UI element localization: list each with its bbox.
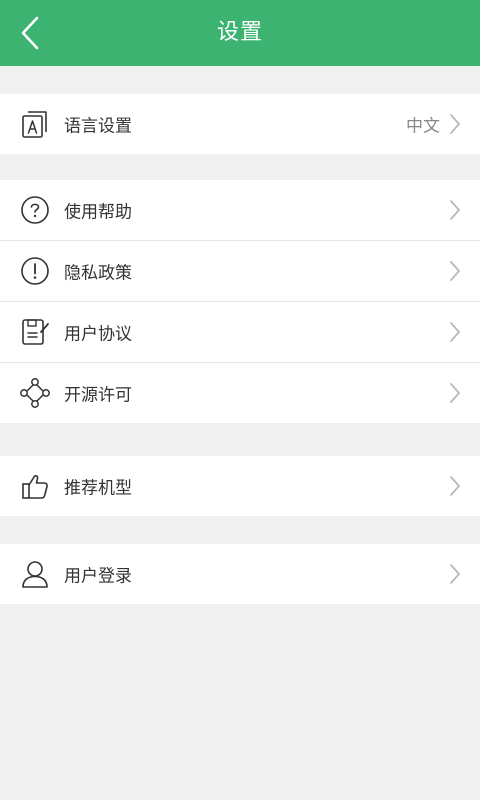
chevron-right-icon <box>450 200 460 220</box>
header-bar: 设置 <box>0 0 480 66</box>
recommend-label: 推荐机型 <box>64 478 132 499</box>
settings-item-privacy[interactable]: 隐私政策 <box>0 240 480 301</box>
thumbs-up-icon <box>19 470 51 502</box>
agreement-label: 用户协议 <box>64 324 132 345</box>
page-title: 设置 <box>216 20 263 45</box>
settings-item-agreement[interactable]: 用户协议 <box>0 301 480 362</box>
language-label: 语言设置 <box>64 116 132 137</box>
chevron-right-icon <box>450 114 460 134</box>
chevron-right-icon <box>450 564 460 584</box>
account-group: 用户登录 <box>0 544 480 604</box>
login-label: 用户登录 <box>64 566 132 587</box>
open-source-label: 开源许可 <box>64 385 132 406</box>
info-group: 使用帮助 隐私政策 用户协议 开源许可 <box>0 180 480 423</box>
language-icon <box>19 108 51 140</box>
chevron-right-icon <box>450 322 460 342</box>
recommend-group: 推荐机型 <box>0 456 480 516</box>
settings-item-open-source[interactable]: 开源许可 <box>0 362 480 423</box>
agreement-icon <box>19 316 51 348</box>
chevron-left-icon <box>21 16 39 50</box>
back-button[interactable] <box>10 9 50 57</box>
chevron-right-icon <box>450 476 460 496</box>
language-group: 语言设置 中文 <box>0 94 480 154</box>
chevron-right-icon <box>450 261 460 281</box>
settings-item-login[interactable]: 用户登录 <box>0 544 480 604</box>
help-icon <box>19 194 51 226</box>
user-icon <box>19 558 51 590</box>
settings-item-recommend[interactable]: 推荐机型 <box>0 456 480 516</box>
privacy-icon <box>19 255 51 287</box>
open-source-icon <box>19 377 51 409</box>
chevron-right-icon <box>450 383 460 403</box>
language-value: 中文 <box>406 116 440 137</box>
help-label: 使用帮助 <box>64 202 132 223</box>
settings-item-language[interactable]: 语言设置 中文 <box>0 94 480 154</box>
settings-item-help[interactable]: 使用帮助 <box>0 180 480 240</box>
privacy-label: 隐私政策 <box>64 263 132 284</box>
